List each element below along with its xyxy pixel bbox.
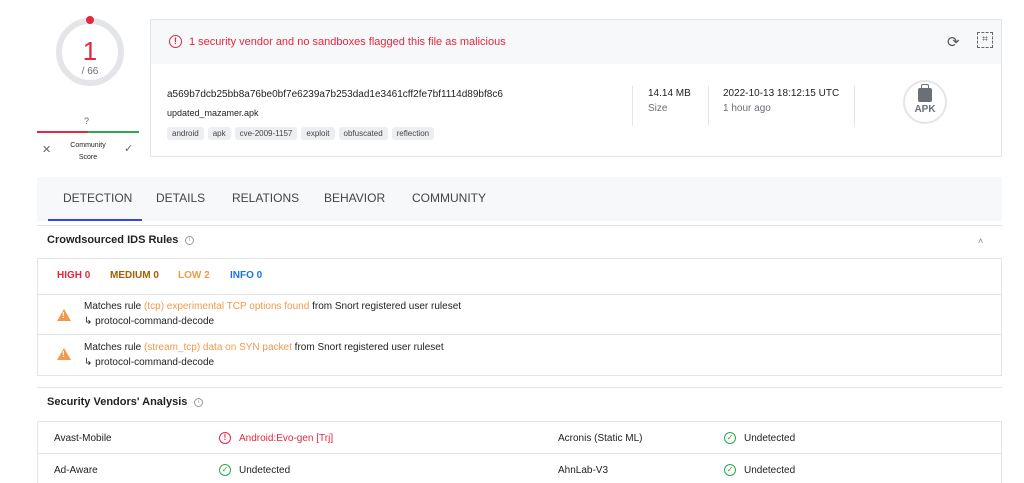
report-tabs: DETECTION DETAILS RELATIONS BEHAVIOR COM…: [37, 177, 1002, 221]
undetected-icon: ✓: [219, 464, 231, 476]
vendors-title: Security Vendors' Analysis: [47, 396, 188, 408]
vendor-name: Avast-Mobile: [54, 433, 112, 444]
warning-icon: !: [57, 348, 71, 360]
ids-rules-title: Crowdsourced IDS Rules: [47, 234, 179, 246]
vendor-result: Undetected: [744, 465, 796, 476]
community-score-label: Community Score: [70, 142, 106, 161]
rule-prefix: Matches rule: [84, 301, 145, 312]
divider: [854, 86, 855, 126]
rule-name[interactable]: (stream_tcp) data on SYN packet: [144, 342, 292, 353]
community-score-bar: [37, 131, 139, 133]
divider: [708, 86, 709, 126]
file-type-label: APK: [914, 104, 936, 115]
tag-cve[interactable]: cve-2009-1157: [234, 127, 298, 140]
rule-category: ↳ protocol-command-decode: [84, 316, 215, 327]
gauge-indicator: [86, 16, 94, 24]
tab-details[interactable]: DETAILS: [156, 191, 205, 205]
rule-category: ↳ protocol-command-decode: [84, 357, 215, 368]
rule-name[interactable]: (tcp) experimental TCP options found: [144, 301, 309, 312]
file-hash[interactable]: a569b7dcb25bb8a76be0bf7e6239a7b253dad1e3…: [167, 89, 503, 100]
rule-source: from Snort registered user ruleset: [291, 342, 444, 353]
package-icon: [918, 84, 932, 102]
tag-obfuscated[interactable]: obfuscated: [338, 127, 388, 140]
detection-count: 1: [82, 36, 98, 66]
alert-message: 1 security vendor and no sandboxes flagg…: [189, 36, 506, 48]
vendor-name: Ad-Aware: [54, 465, 98, 476]
vendor-name: Acronis (Static ML): [558, 433, 643, 444]
engine-total: / 66: [81, 66, 99, 77]
divider: [38, 294, 1001, 295]
file-tags: android apk cve-2009-1157 exploit obfusc…: [167, 127, 435, 140]
ids-rule-item[interactable]: Matches rule (tcp) experimental TCP opti…: [84, 301, 461, 312]
file-type-icon: APK: [903, 80, 947, 124]
undetected-icon: ✓: [724, 464, 736, 476]
divider: [38, 334, 1001, 335]
warning-icon: !: [57, 309, 71, 321]
undetected-icon: ✓: [724, 432, 736, 444]
tag-exploit[interactable]: exploit: [301, 127, 335, 140]
divider: [37, 387, 1002, 388]
vote-malicious-icon[interactable]: ✕: [42, 143, 51, 156]
tab-relations[interactable]: RELATIONS: [232, 191, 299, 205]
analysis-date: 2022-10-13 18:12:15 UTC: [723, 88, 840, 99]
info-icon[interactable]: i: [185, 236, 194, 245]
vendor-name: AhnLab-V3: [558, 465, 609, 476]
vendor-result: Undetected: [744, 433, 796, 444]
count-high[interactable]: HIGH 0: [57, 270, 90, 281]
tag-android[interactable]: android: [167, 127, 204, 140]
divider: [632, 86, 633, 126]
tag-apk[interactable]: apk: [207, 127, 231, 140]
alert-banner: ! 1 security vendor and no sandboxes fla…: [151, 20, 1001, 64]
vendor-result: Android:Evo-gen [Trj]: [239, 433, 334, 444]
tab-detection[interactable]: DETECTION: [63, 191, 132, 205]
vendor-row: Ad-Aware ✓ Undetected AhnLab-V3 ✓ Undete…: [37, 453, 1002, 483]
file-size: 14.14 MB: [648, 88, 691, 99]
count-info[interactable]: INFO 0: [230, 270, 262, 281]
graph-icon[interactable]: ⌗: [977, 32, 993, 48]
malicious-icon: !: [219, 432, 231, 444]
count-low[interactable]: LOW 2: [178, 270, 210, 281]
divider: [37, 225, 1002, 226]
rule-source: from Snort registered user ruleset: [309, 301, 462, 312]
info-icon[interactable]: i: [194, 398, 203, 407]
file-name: updated_mazamer.apk: [167, 108, 259, 118]
file-summary-card: ! 1 security vendor and no sandboxes fla…: [150, 19, 1002, 157]
tab-community[interactable]: COMMUNITY: [412, 191, 486, 205]
file-size-label: Size: [648, 103, 668, 114]
analysis-age: 1 hour ago: [723, 103, 771, 114]
community-score-value: ?: [84, 116, 90, 126]
ids-rule-item[interactable]: Matches rule (stream_tcp) data on SYN pa…: [84, 342, 444, 353]
reanalyze-icon[interactable]: ⟳: [947, 33, 960, 51]
vote-harmless-icon[interactable]: ✓: [124, 142, 133, 155]
count-medium[interactable]: MEDIUM 0: [110, 270, 159, 281]
alert-icon: !: [169, 35, 182, 48]
tab-behavior[interactable]: BEHAVIOR: [324, 191, 385, 205]
vendor-result: Undetected: [239, 465, 291, 476]
vendor-row: Avast-Mobile ! Android:Evo-gen [Trj] Acr…: [37, 421, 1002, 454]
collapse-icon[interactable]: ˄: [978, 236, 983, 246]
rule-prefix: Matches rule: [84, 342, 145, 353]
tag-reflection[interactable]: reflection: [391, 127, 435, 140]
active-tab-indicator: [48, 219, 142, 221]
